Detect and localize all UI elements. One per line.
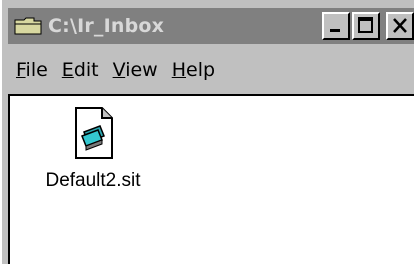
title-buttons	[322, 12, 414, 40]
maximize-button[interactable]	[352, 12, 380, 40]
menu-help-rest: elp	[186, 59, 216, 81]
window-title: C:\Ir_Inbox	[48, 15, 165, 37]
menu-file-accel: F	[16, 59, 26, 81]
menu-view-accel: V	[112, 59, 126, 81]
menu-file[interactable]: File	[16, 59, 48, 81]
file-item[interactable]: Default2.sit	[38, 106, 148, 192]
menu-edit-rest: dit	[73, 59, 99, 81]
stuffit-archive-icon	[75, 107, 113, 159]
menu-edit-accel: E	[61, 59, 74, 81]
close-icon	[393, 18, 407, 33]
file-name: Default2.sit	[45, 170, 141, 191]
menu-bar: File Edit View Help	[8, 50, 414, 90]
window-frame	[0, 0, 8, 264]
title-bar[interactable]: C:\Ir_Inbox	[8, 8, 414, 44]
folder-icon	[14, 16, 44, 36]
explorer-window: C:\Ir_Inbox File Edit View Help Default2…	[0, 0, 414, 264]
menu-view[interactable]: View	[113, 59, 158, 81]
menu-help[interactable]: Help	[172, 59, 215, 81]
folder-content-pane[interactable]: Default2.sit	[8, 94, 414, 264]
minimize-button[interactable]	[322, 12, 350, 40]
menu-help-accel: H	[171, 59, 187, 81]
close-button[interactable]	[386, 12, 414, 40]
maximize-icon	[358, 17, 373, 33]
menu-view-rest: iew	[125, 59, 158, 81]
minimize-icon	[330, 29, 340, 32]
menu-edit[interactable]: Edit	[62, 59, 99, 81]
menu-file-rest: ile	[25, 59, 48, 81]
